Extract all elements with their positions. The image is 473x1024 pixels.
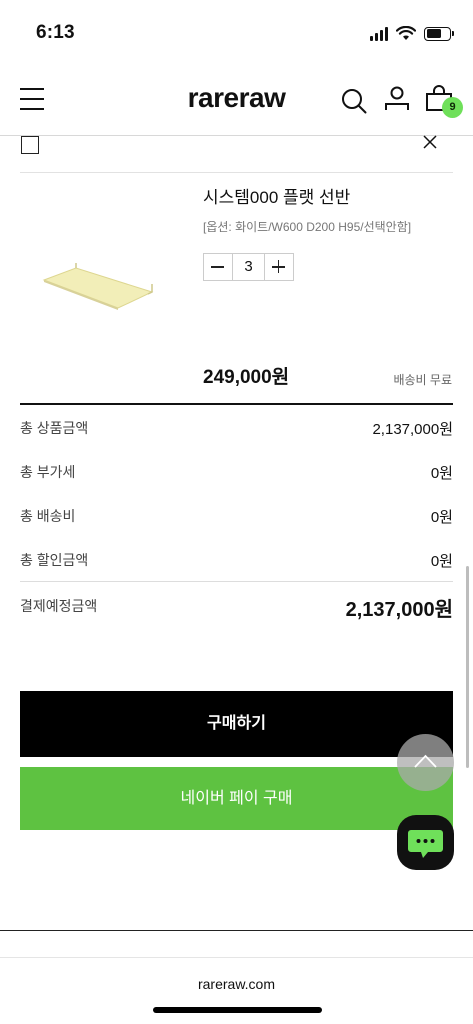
total-value: 2,137,000원 (345, 599, 453, 621)
total-label: 결제예정금액 (20, 598, 98, 614)
naver-pay-button[interactable]: 네이버 페이 구매 (20, 767, 453, 830)
quantity-increase-button[interactable] (265, 254, 293, 280)
cart-count-badge: 9 (442, 97, 463, 118)
chat-button[interactable] (397, 815, 454, 870)
summary-label: 총 할인금액 (20, 552, 89, 568)
url-text[interactable]: rareraw.com (0, 976, 473, 992)
shipping-note: 배송비 무료 (393, 373, 452, 387)
app-header: rareraw 9 (0, 66, 473, 136)
wifi-icon (396, 26, 416, 40)
scrollbar[interactable] (466, 566, 469, 768)
divider (0, 930, 473, 931)
quantity-stepper: 3 (203, 253, 294, 281)
home-indicator[interactable] (153, 1007, 322, 1013)
remove-item-icon[interactable] (422, 134, 438, 150)
buy-button[interactable]: 구매하기 (20, 691, 453, 757)
search-icon[interactable] (341, 88, 367, 114)
status-icons (370, 26, 454, 41)
product-option: [옵션: 화이트/W600 D200 H95/선택안함] (203, 220, 412, 234)
summary-value: 0원 (430, 465, 453, 482)
summary-value: 0원 (430, 553, 453, 570)
divider (20, 581, 453, 582)
summary-label: 총 배송비 (20, 508, 76, 524)
summary-row-subtotal: 총 상품금액 2,137,000원 (20, 418, 453, 442)
divider (20, 172, 453, 173)
chat-bubble-icon (408, 830, 443, 858)
product-image[interactable] (40, 258, 160, 318)
status-time: 6:13 (36, 22, 75, 43)
quantity-value[interactable]: 3 (232, 254, 265, 280)
summary-label: 총 상품금액 (20, 420, 89, 436)
chevron-up-icon (414, 754, 437, 768)
product-name[interactable]: 시스템000 플랫 선반 (203, 183, 350, 208)
divider (20, 403, 453, 405)
summary-row-shipping: 총 배송비 0원 (20, 506, 453, 530)
scroll-to-top-button[interactable] (397, 734, 454, 791)
summary-row-discount: 총 할인금액 0원 (20, 550, 453, 574)
browser-address-bar[interactable]: rareraw.com (0, 957, 473, 1024)
product-price: 249,000원 (203, 367, 290, 388)
status-bar: 6:13 (0, 0, 473, 66)
summary-row-vat: 총 부가세 0원 (20, 462, 453, 486)
user-icon[interactable] (384, 86, 410, 114)
item-select-checkbox[interactable] (21, 136, 39, 154)
cellular-signal-icon (370, 26, 388, 41)
quantity-decrease-button[interactable] (204, 254, 232, 280)
summary-label: 총 부가세 (20, 464, 76, 480)
summary-value: 2,137,000원 (372, 421, 453, 438)
summary-value: 0원 (430, 509, 453, 526)
battery-icon (424, 26, 454, 41)
